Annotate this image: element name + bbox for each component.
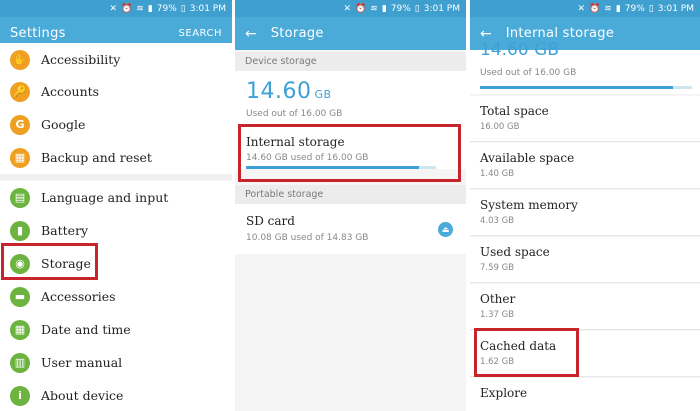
eject-icon[interactable]: ⏏ xyxy=(438,222,453,237)
settings-screen: ✕ ⏰ ≋ ▮ 79% ▯ 3:01 PM Settings SEARCH ✋ A… xyxy=(0,0,232,411)
breakdown-row-value: 7.59 GB xyxy=(480,263,515,273)
user-manual-icon: ▥ xyxy=(10,352,30,373)
backup-and-reset-icon: ▦ xyxy=(10,147,30,168)
sd-card-title: SD card xyxy=(246,214,295,228)
used-storage-value: 14.60 GB xyxy=(246,79,332,104)
page-title: Storage xyxy=(270,26,324,41)
internal-storage-screen: ✕ ⏰ ≋ ▮ 79% ▯ 3:01 PM ← Internal storage… xyxy=(470,0,700,411)
settings-item-accessibility[interactable]: ✋ Accessibility xyxy=(0,43,232,76)
battery-icon: ▯ xyxy=(414,3,420,14)
language-and-input-icon: ▤ xyxy=(10,187,30,208)
battery-icon: ▯ xyxy=(180,3,186,14)
settings-item-label: Accounts xyxy=(41,84,100,99)
settings-item-label: User manual xyxy=(41,355,123,370)
battery-percent: 79% xyxy=(156,3,177,14)
breakdown-row-other[interactable]: Other 1.37 GB xyxy=(470,284,700,330)
breakdown-row-title: Total space xyxy=(480,104,549,118)
settings-item-google[interactable]: G Google xyxy=(0,108,232,141)
alarm-icon: ⏰ xyxy=(121,3,133,14)
mute-icon: ✕ xyxy=(343,3,352,14)
breakdown-row-title: System memory xyxy=(480,198,578,212)
settings-item-accounts[interactable]: 🔑 Accounts xyxy=(0,75,232,108)
settings-item-label: Date and time xyxy=(41,322,131,337)
page-title: Settings xyxy=(10,26,66,41)
settings-item-label: Language and input xyxy=(41,190,169,205)
settings-item-label: About device xyxy=(41,388,124,403)
google-icon: G xyxy=(10,114,30,135)
page-title: Internal storage xyxy=(505,26,615,41)
mute-icon: ✕ xyxy=(109,3,118,14)
battery-percent: 79% xyxy=(624,3,645,14)
breakdown-row-explore[interactable]: Explore xyxy=(470,378,700,411)
wifi-icon: ≋ xyxy=(370,3,378,14)
mute-icon: ✕ xyxy=(577,3,586,14)
breakdown-row-available-space[interactable]: Available space 1.40 GB xyxy=(470,143,700,189)
status-time: 3:01 PM xyxy=(423,3,460,14)
breakdown-row-value: 1.37 GB xyxy=(480,310,515,320)
storage-screen: ✕ ⏰ ≋ ▮ 79% ▯ 3:01 PM ← Storage Device s… xyxy=(235,0,466,411)
storage-content: Device storage 14.60 GB Used out of 16.00… xyxy=(235,50,466,411)
back-arrow-icon[interactable]: ← xyxy=(245,26,257,42)
alarm-icon: ⏰ xyxy=(589,3,601,14)
status-bar: ✕ ⏰ ≋ ▮ 79% ▯ 3:01 PM xyxy=(0,0,232,17)
storage-appbar: ← Storage xyxy=(235,17,466,50)
settings-item-accessories[interactable]: ▬ Accessories xyxy=(0,280,232,313)
used-storage-value: 14.60 GB xyxy=(480,40,559,60)
settings-item-about-device[interactable]: i About device xyxy=(0,379,232,411)
date-and-time-icon: ▦ xyxy=(10,319,30,340)
settings-item-label: Accessibility xyxy=(41,52,121,67)
settings-item-language-and-input[interactable]: ▤ Language and input xyxy=(0,181,232,214)
breakdown-row-title: Explore xyxy=(480,386,528,400)
usage-bar xyxy=(480,86,692,89)
settings-item-label: Backup and reset xyxy=(41,150,152,165)
signal-icon: ▮ xyxy=(147,3,153,14)
breakdown-row-value: 1.40 GB xyxy=(480,169,515,179)
status-time: 3:01 PM xyxy=(189,3,226,14)
breakdown-row-total-space[interactable]: Total space 16.00 GB xyxy=(470,96,700,142)
status-bar: ✕ ⏰ ≋ ▮ 79% ▯ 3:01 PM xyxy=(470,0,700,17)
settings-item-label: Google xyxy=(41,117,86,132)
status-time: 3:01 PM xyxy=(657,3,694,14)
breakdown-row-title: Available space xyxy=(480,151,575,165)
internal-storage-highlight-box xyxy=(238,124,461,182)
used-storage-caption: Used out of 16.00 GB xyxy=(480,68,577,78)
settings-item-date-and-time[interactable]: ▦ Date and time xyxy=(0,313,232,346)
about-device-icon: i xyxy=(10,385,30,406)
wifi-icon: ≋ xyxy=(604,3,612,14)
settings-item-label: Battery xyxy=(41,223,89,238)
status-bar: ✕ ⏰ ≋ ▮ 79% ▯ 3:01 PM xyxy=(235,0,466,17)
alarm-icon: ⏰ xyxy=(355,3,367,14)
breakdown-row-system-memory[interactable]: System memory 4.03 GB xyxy=(470,190,700,236)
breakdown-row-used-space[interactable]: Used space 7.59 GB xyxy=(470,237,700,283)
portable-storage-header: Portable storage xyxy=(235,185,466,204)
breakdown-row-title: Used space xyxy=(480,245,550,259)
usage-bar-fill xyxy=(480,86,674,89)
sd-card-sub: 10.08 GB used of 14.83 GB xyxy=(246,233,369,243)
signal-icon: ▮ xyxy=(615,3,621,14)
cached-data-highlight-box xyxy=(474,328,579,377)
signal-icon: ▮ xyxy=(381,3,387,14)
accessibility-icon: ✋ xyxy=(10,49,30,70)
settings-item-user-manual[interactable]: ▥ User manual xyxy=(0,346,232,379)
breakdown-row-value: 16.00 GB xyxy=(480,122,520,132)
battery-icon: ▮ xyxy=(10,220,30,241)
storage-highlight-box xyxy=(1,243,98,280)
settings-item-backup-and-reset[interactable]: ▦ Backup and reset xyxy=(0,141,232,174)
usage-summary: 14.60 GB Used out of 16.00 GB xyxy=(470,40,700,94)
section-divider xyxy=(0,174,232,180)
used-storage-caption: Used out of 16.00 GB xyxy=(246,109,343,119)
battery-percent: 79% xyxy=(390,3,411,14)
wifi-icon: ≋ xyxy=(136,3,144,14)
device-storage-header: Device storage xyxy=(235,52,466,71)
accessories-icon: ▬ xyxy=(10,286,30,307)
sd-card-item[interactable]: SD card 10.08 GB used of 14.83 GB ⏏ xyxy=(235,204,466,254)
accounts-icon: 🔑 xyxy=(10,81,30,102)
search-button[interactable]: SEARCH xyxy=(179,28,222,39)
breakdown-row-title: Other xyxy=(480,292,516,306)
settings-item-label: Accessories xyxy=(41,289,116,304)
battery-icon: ▯ xyxy=(648,3,654,14)
settings-list: ✋ Accessibility 🔑 Accounts G Google ▦ Backup an… xyxy=(0,43,232,411)
breakdown-row-value: 4.03 GB xyxy=(480,216,515,226)
